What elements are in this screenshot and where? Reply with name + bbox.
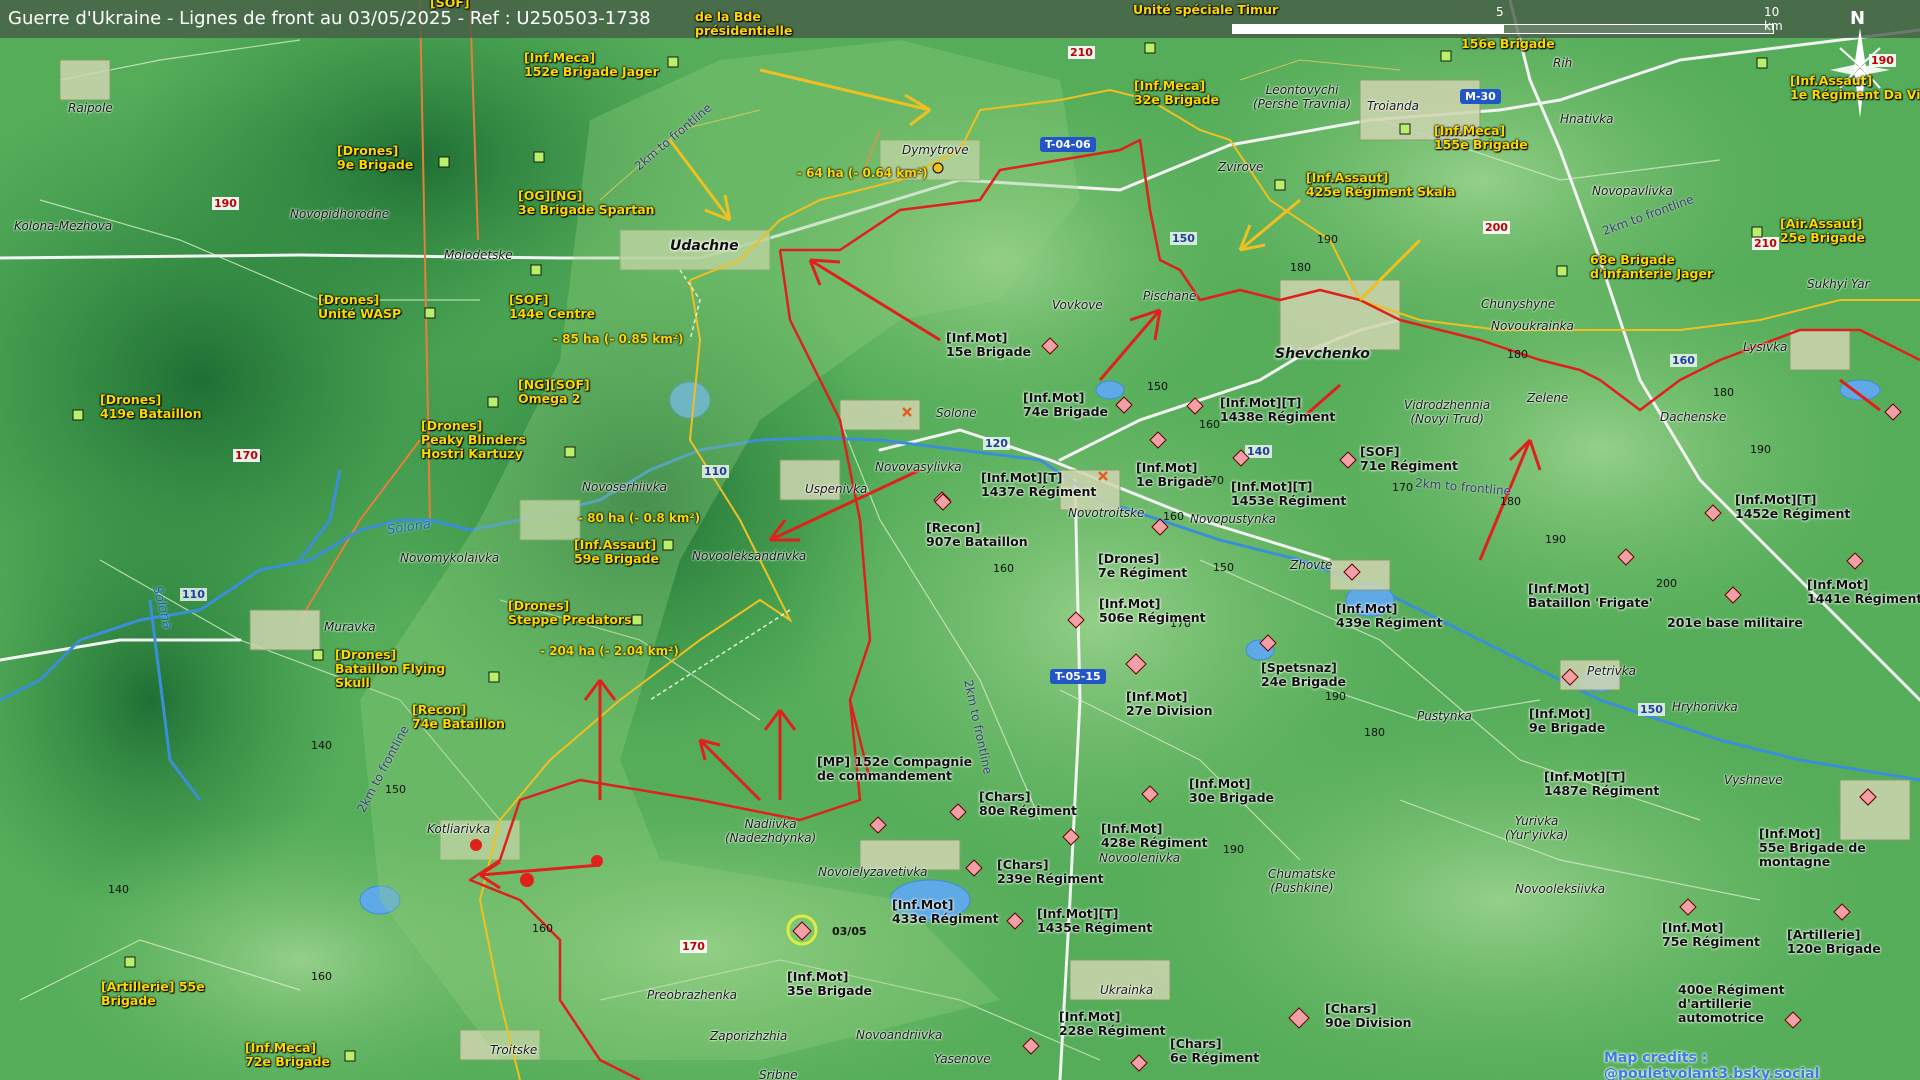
map-credits[interactable]: Map credits : @pouletvolant3.bsky.social <box>1604 1050 1920 1080</box>
date-marker-label: 03/05 <box>832 925 867 938</box>
map-canvas[interactable]: Guerre d'Ukraine - Lignes de front au 03… <box>0 0 1920 1080</box>
unit-symbols <box>72 42 1902 1072</box>
